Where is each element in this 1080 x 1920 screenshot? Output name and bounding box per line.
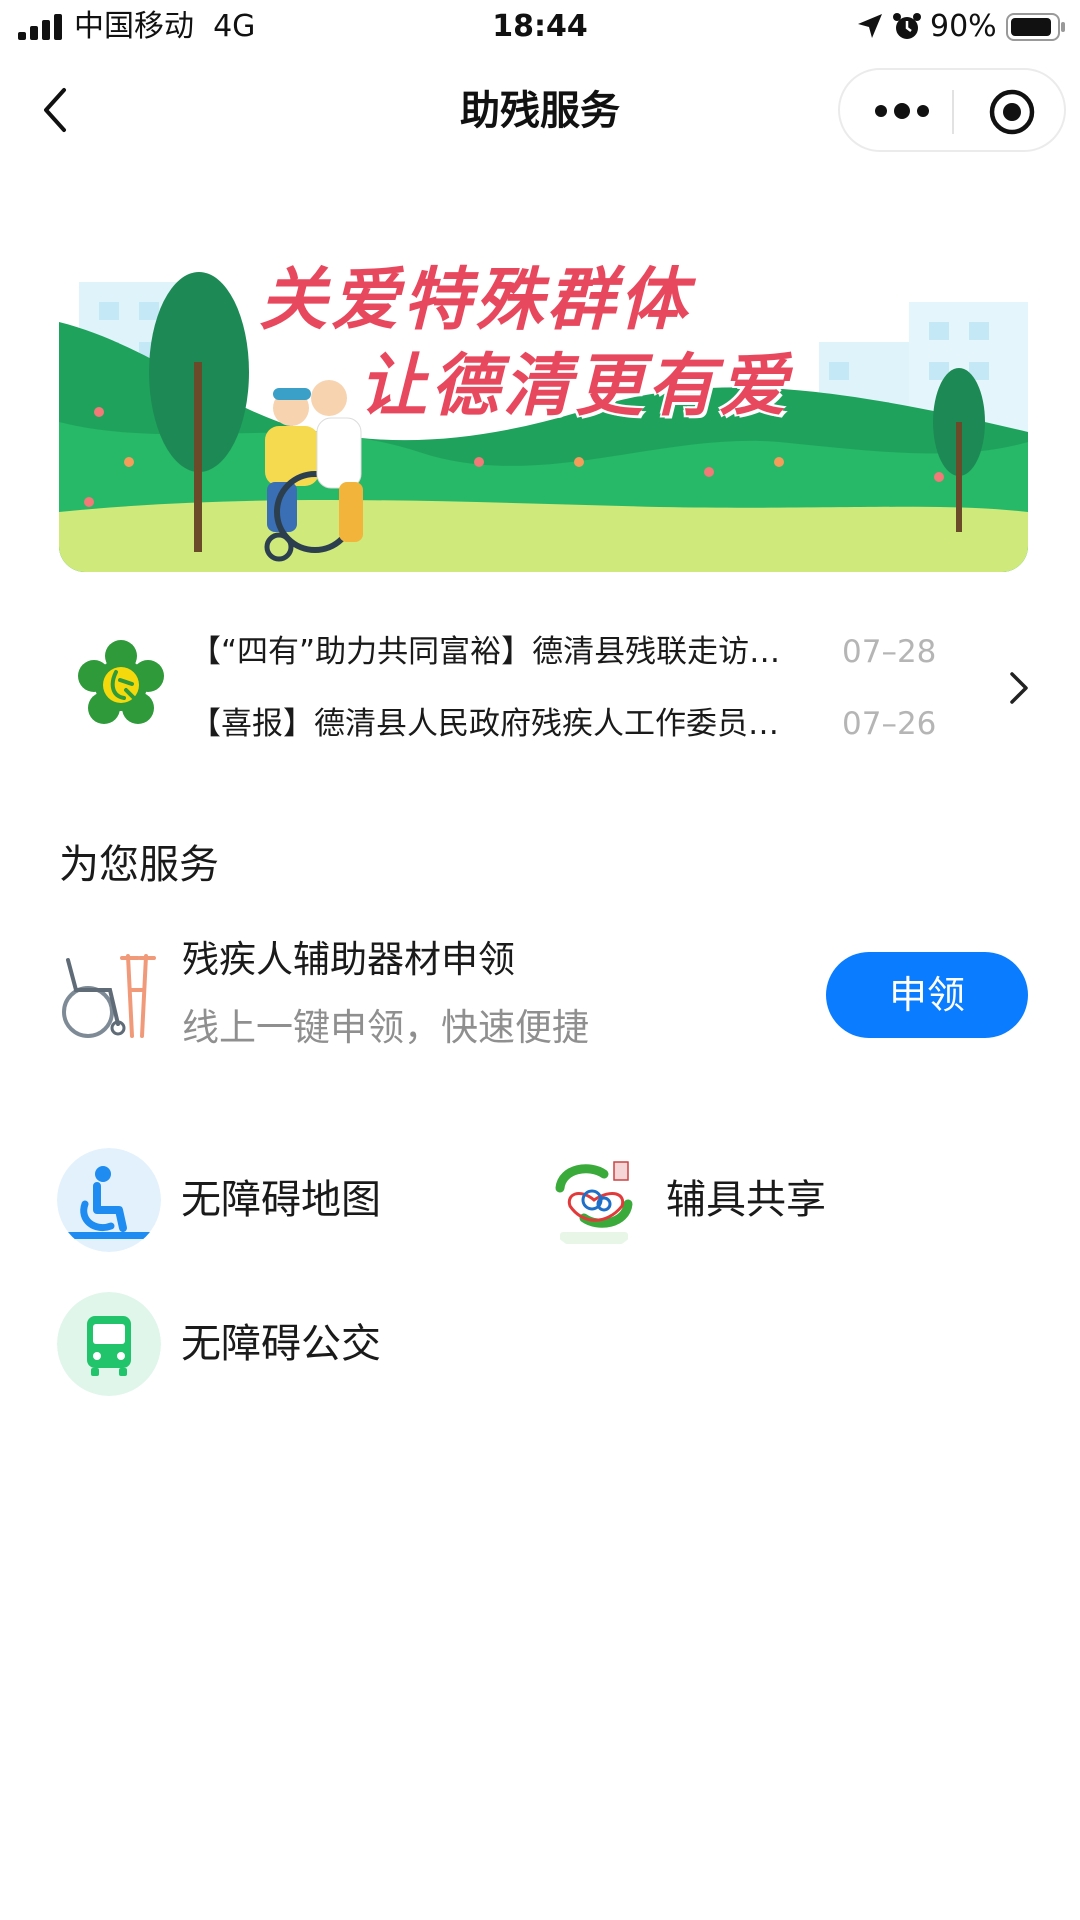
news-date: 07–26	[842, 706, 937, 742]
banner[interactable]: 关爱特殊群体 让德清更有爱	[59, 262, 1028, 572]
assistive-device-share-icon	[542, 1148, 646, 1252]
news-title: 【“四有”助力共同富裕】德清县残联走访慰问困难残疾人家庭	[190, 634, 800, 670]
service-label: 无障碍公交	[181, 1321, 381, 1367]
apply-button[interactable]: 申领	[826, 952, 1028, 1038]
service-label: 辅具共享	[666, 1177, 826, 1223]
service-label: 无障碍地图	[181, 1177, 381, 1223]
service-device-share[interactable]: 辅具共享	[542, 1148, 942, 1252]
nav-bar: 助残服务	[0, 60, 1080, 160]
status-bar: 中国移动 4G 18:44 90%	[0, 0, 1080, 56]
bus-icon	[57, 1292, 161, 1396]
disability-federation-logo	[78, 640, 164, 724]
target-icon[interactable]	[988, 88, 1036, 136]
mini-program-capsule	[838, 68, 1066, 152]
alarm-icon	[893, 13, 921, 39]
wheelchair-crutches-icon	[62, 954, 156, 1038]
chevron-right-icon[interactable]	[1006, 668, 1032, 708]
service-accessible-map[interactable]: 无障碍地图	[57, 1148, 457, 1252]
news-title: 【喜报】德清县人民政府残疾人工作委员会获评先进集体	[190, 706, 800, 742]
more-icon[interactable]	[872, 96, 932, 126]
battery-icon	[1006, 13, 1065, 41]
banner-title-line2: 让德清更有爱	[359, 346, 792, 426]
banner-title-line1: 关爱特殊群体	[259, 262, 692, 340]
news-date: 07–28	[842, 634, 937, 670]
accessibility-icon	[57, 1148, 161, 1252]
equipment-apply-card: 残疾人辅助器材申领 线上一键申领，快速便捷 申领	[0, 930, 1080, 1060]
location-icon	[858, 14, 882, 38]
news-ticker[interactable]: 【“四有”助力共同富裕】德清县残联走访慰问困难残疾人家庭 07–28 【喜报】德…	[0, 610, 1080, 760]
news-item[interactable]: 【喜报】德清县人民政府残疾人工作委员会获评先进集体	[190, 702, 810, 750]
apply-title: 残疾人辅助器材申领	[182, 938, 515, 981]
section-title: 为您服务	[59, 842, 219, 888]
apply-subtitle: 线上一键申领，快速便捷	[182, 1006, 589, 1049]
news-item[interactable]: 【“四有”助力共同富裕】德清县残联走访慰问困难残疾人家庭	[190, 630, 810, 678]
battery-percent: 90%	[930, 9, 997, 44]
service-accessible-bus[interactable]: 无障碍公交	[57, 1292, 457, 1396]
capsule-divider	[952, 90, 954, 134]
